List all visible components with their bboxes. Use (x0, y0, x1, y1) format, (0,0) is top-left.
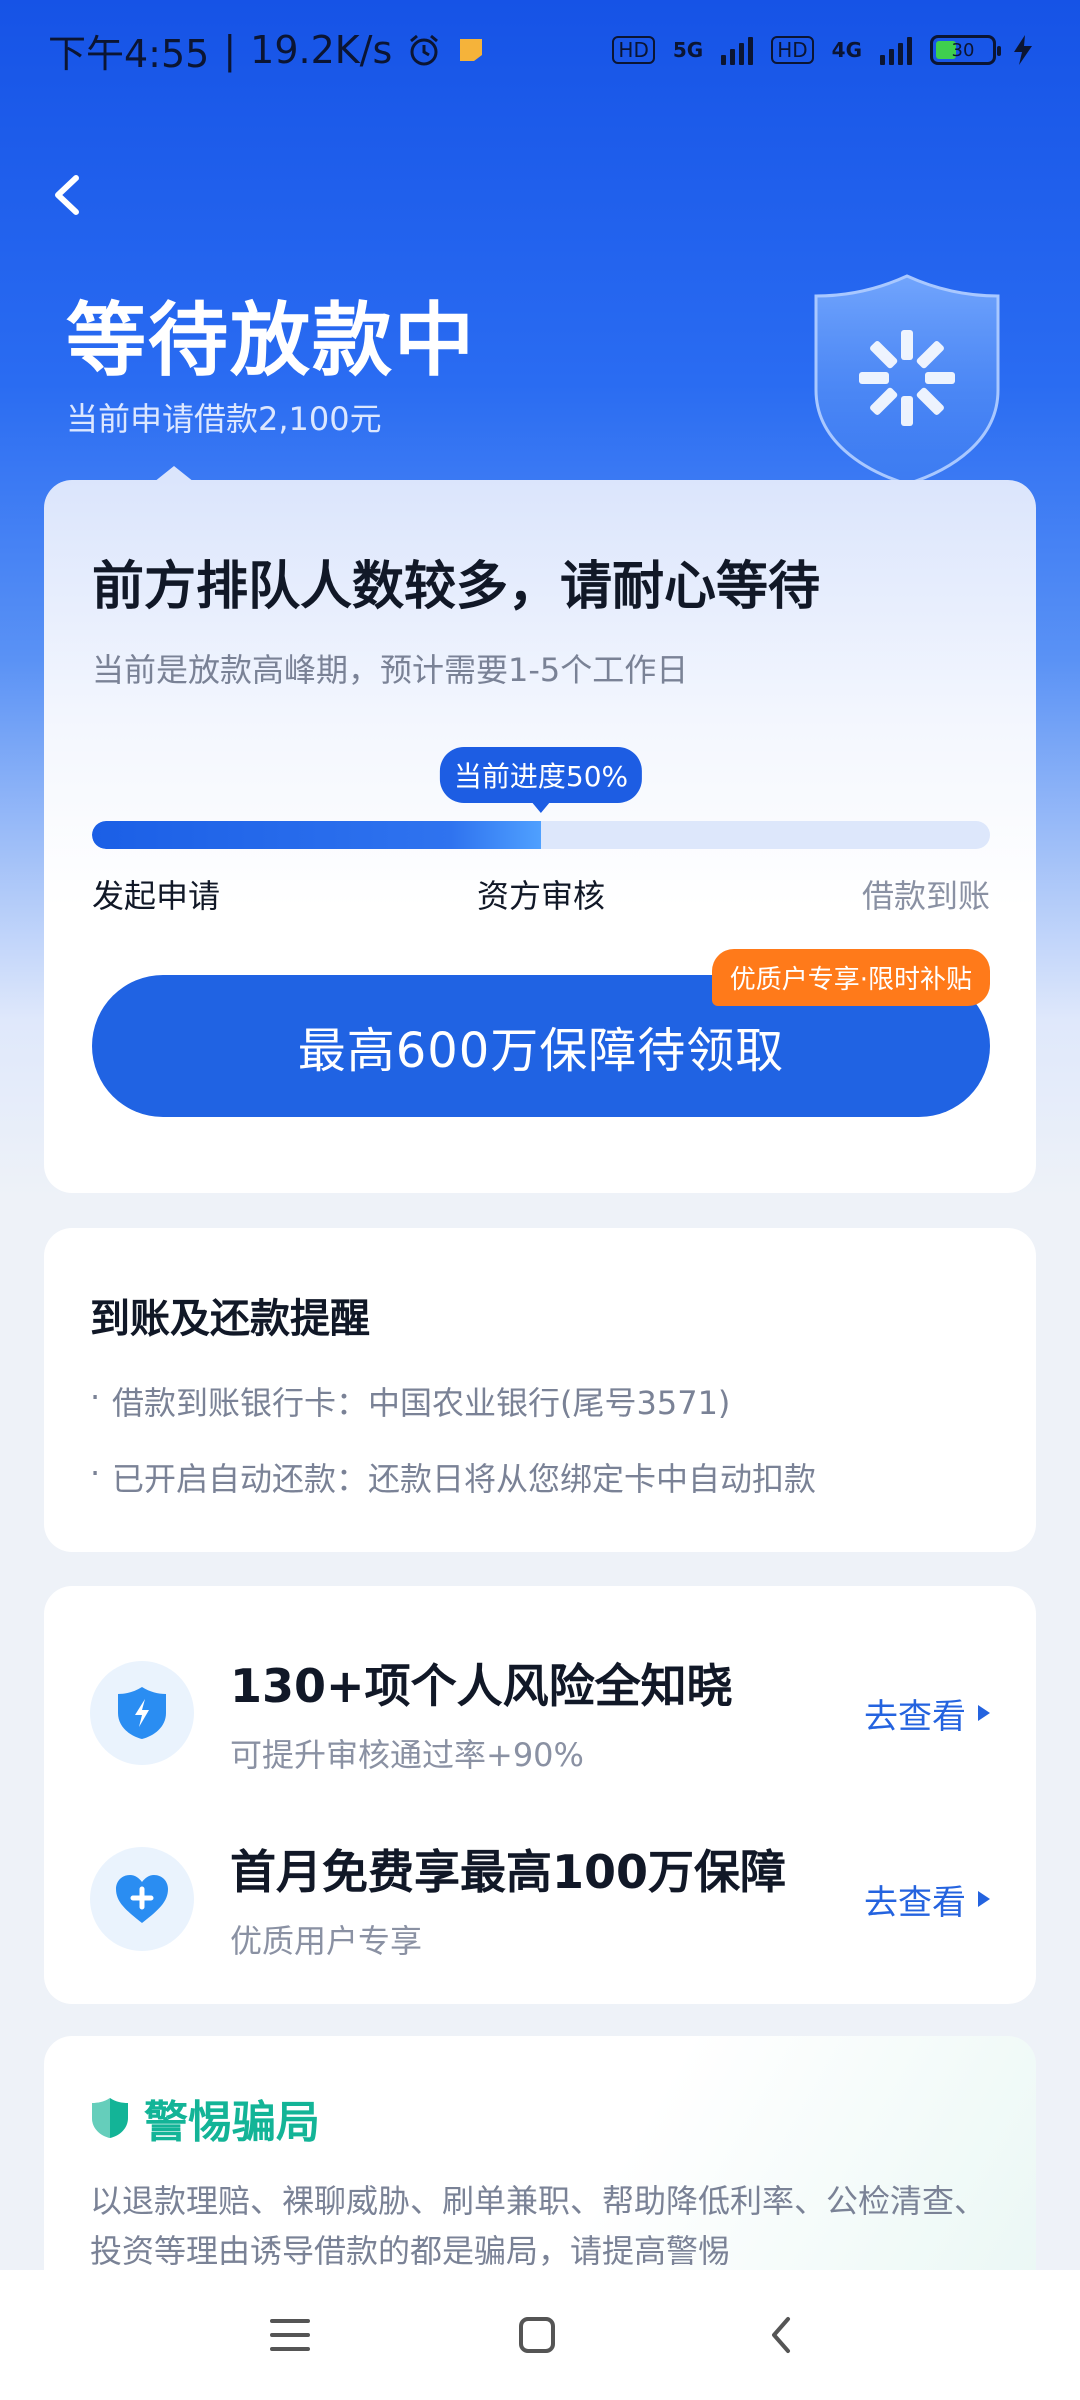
offer-icon-wrap (90, 1661, 194, 1765)
chevron-left-icon (772, 2317, 790, 2353)
page-title: 等待放款中 (66, 294, 476, 387)
progress-steps: 发起申请 资方审核 借款到账 (92, 871, 990, 921)
offer-subtitle: 可提升审核通过率+90% (230, 1736, 584, 1774)
status-right: HD 5G HD 4G 30 (612, 35, 1032, 65)
progress-track (92, 821, 990, 849)
promo-badge: 优质户专享·限时补贴 (711, 949, 990, 1006)
loan-amount-subtitle: 当前申请借款2,100元 (66, 400, 382, 438)
claim-area: 最高600万保障待领取 优质户专享·限时补贴 (92, 949, 990, 1117)
hd-badge-1: HD (612, 36, 655, 64)
shield-logo-icon (814, 274, 1000, 486)
alarm-icon (410, 34, 439, 66)
offer-risk-report[interactable]: 130+项个人风险全知晓 可提升审核通过率+90% 去查看 (90, 1638, 990, 1788)
status-left: 下午4:55 | 19.2K/s (48, 23, 486, 78)
chevron-left-icon (55, 175, 79, 215)
charging-icon (1014, 35, 1032, 65)
reminder-card: 到账及还款提醒 借款到账银行卡：中国农业银行(尾号3571) 已开启自动还款：还… (44, 1228, 1036, 1552)
shield-check-icon (92, 2098, 128, 2138)
step-apply: 发起申请 (92, 877, 221, 915)
offer-title: 首月免费享最高100万保障 (230, 1845, 787, 1899)
network-5g: 5G (672, 38, 704, 62)
battery-icon: 30 (930, 35, 1001, 65)
play-arrow-icon (978, 1891, 990, 1907)
network-4g: 4G (831, 38, 862, 62)
offer-link-label: 去查看 (864, 1882, 966, 1923)
offer-text: 首月免费享最高100万保障 优质用户专享 (230, 1836, 864, 1962)
progress-bar: 当前进度50% (92, 747, 990, 849)
back-button[interactable] (40, 160, 100, 230)
reminder-item-autopay: 已开启自动还款：还款日将从您绑定卡中自动扣款 (90, 1454, 990, 1500)
status-net-speed: 19.2K/s (250, 28, 393, 72)
fraud-title-row: 警惕骗局 (90, 2086, 990, 2150)
reminder-title: 到账及还款提醒 (90, 1296, 370, 1342)
signal-icon-1 (721, 35, 754, 65)
offer-icon-wrap (90, 1847, 194, 1951)
fraud-title: 警惕骗局 (144, 2097, 320, 2148)
battery-level: 30 (951, 39, 975, 61)
offer-text: 130+项个人风险全知晓 可提升审核通过率+90% (230, 1650, 864, 1776)
notification-icon (460, 39, 483, 61)
home-button[interactable] (502, 2300, 572, 2370)
reminder-item-bank: 借款到账银行卡：中国农业银行(尾号3571) (90, 1378, 990, 1424)
offers-card: 130+项个人风险全知晓 可提升审核通过率+90% 去查看 首月免费享最高100… (44, 1586, 1036, 2004)
menu-icon (270, 2319, 310, 2351)
offer-subtitle: 优质用户专享 (230, 1922, 423, 1960)
status-divider: | (223, 28, 237, 72)
fraud-text: 以退款理赔、裸聊威胁、刷单兼职、帮助降低利率、公检清查、投资等理由诱导借款的都是… (90, 2182, 987, 2270)
progress-label: 当前进度50% (439, 747, 643, 803)
queue-status-card: 前方排队人数较多，请耐心等待 当前是放款高峰期，预计需要1-5个工作日 当前进度… (44, 466, 1036, 1193)
view-risk-link[interactable]: 去查看 (864, 1689, 990, 1738)
queue-subtext: 当前是放款高峰期，预计需要1-5个工作日 (92, 651, 689, 689)
queue-heading: 前方排队人数较多，请耐心等待 (92, 557, 821, 617)
signal-icon-2 (880, 35, 912, 65)
card-notch (154, 466, 194, 482)
system-nav-bar (0, 2270, 1080, 2400)
status-time: 下午4:55 (48, 31, 210, 76)
shield-lightning-icon (118, 1687, 166, 1739)
play-arrow-icon (978, 1705, 990, 1721)
square-icon (519, 2317, 555, 2353)
step-arrival: 借款到账 (861, 877, 990, 915)
hd-badge-2: HD (771, 36, 814, 64)
view-insurance-link[interactable]: 去查看 (864, 1875, 990, 1924)
recent-apps-button[interactable] (255, 2300, 325, 2370)
offer-title: 130+项个人风险全知晓 (230, 1659, 733, 1713)
status-bar: 下午4:55 | 19.2K/s HD 5G HD 4G 30 (0, 0, 1080, 100)
heart-plus-icon (116, 1875, 168, 1923)
progress-fill (92, 821, 541, 849)
system-back-button[interactable] (747, 2300, 817, 2370)
step-review: 资方审核 (476, 877, 606, 915)
offer-insurance[interactable]: 首月免费享最高100万保障 优质用户专享 去查看 (90, 1824, 990, 1974)
offer-link-label: 去查看 (864, 1696, 966, 1737)
